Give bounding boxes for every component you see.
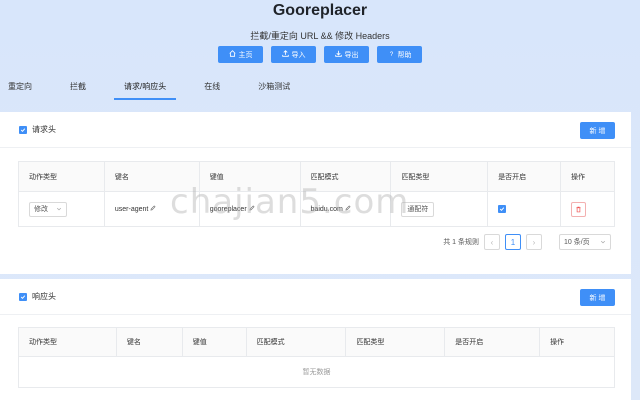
match-pattern-cell[interactable]: baidu.com [299,191,392,227]
svg-text:?: ? [389,51,393,57]
trash-icon [576,206,581,212]
column-header: 动作类型 [18,327,117,357]
match-pattern-value: baidu.com [310,205,343,213]
prev-page-button[interactable]: ‹ [484,234,500,250]
chevron-down-icon [600,240,606,244]
tab-headers[interactable]: 请求/响应头 [113,72,177,100]
table-row: 修改 user-agent gooreplacer baidu.com 通配符 [18,191,615,227]
page-size-select[interactable]: 10 条/页 [559,234,611,250]
export-button-label: 导出 [344,51,359,59]
action-type-select[interactable]: 修改 [29,201,67,217]
column-header: 键名 [103,161,200,192]
edit-icon[interactable] [345,205,351,213]
column-header: 键值 [198,161,301,192]
page-number-button[interactable]: 1 [505,234,521,250]
response-headers-title: 响应头 [32,292,56,301]
app-subtitle: 拦截/重定向 URL && 修改 Headers [250,31,390,41]
table-header-row: 动作类型 键名 键值 匹配模式 匹配类型 是否开启 操作 [18,161,615,192]
response-rules-table: 动作类型 键名 键值 匹配模式 匹配类型 是否开启 操作 暂无数据 [18,327,615,388]
export-button[interactable]: 导出 [324,46,369,63]
check-icon [20,294,26,299]
key-value-cell[interactable]: gooreplacer [198,191,301,227]
app-title: Gooreplacer [272,2,368,19]
request-headers-header: 请求头 新 增 [0,112,631,148]
tab-redirect[interactable]: 重定向 [8,72,32,98]
key-value-value: gooreplacer [209,205,247,213]
response-headers-header: 响应头 新 增 [0,279,631,315]
empty-row: 暂无数据 [18,356,615,388]
delete-rule-button[interactable] [571,201,587,217]
tab-sandbox[interactable]: 沙箱测试 [258,72,290,98]
download-icon [334,50,342,59]
column-header: 匹配模式 [245,327,347,357]
column-header: 键名 [115,327,183,357]
upload-icon [281,50,289,59]
toolbar: 主页 导入 导出 ? 帮助 [0,46,640,63]
tab-online[interactable]: 在线 [204,72,220,98]
response-headers-checkbox[interactable] [19,292,27,301]
match-type-select[interactable]: 通配符 [401,201,435,217]
chevron-down-icon [56,207,62,211]
empty-text: 暂无数据 [18,356,615,388]
help-button-label: 帮助 [397,51,412,59]
check-icon [500,206,505,211]
table-header-row: 动作类型 键名 键值 匹配模式 匹配类型 是否开启 操作 [18,327,615,357]
edit-icon[interactable] [150,205,156,213]
request-headers-card: 请求头 新 增 动作类型 键名 键值 匹配模式 匹配类型 是否开启 操作 修改 [0,112,631,274]
pagination: 共 1 条规则 ‹ 1 › 10 条/页 [443,234,611,250]
home-button[interactable]: 主页 [218,46,263,63]
help-icon: ? [388,50,395,59]
column-header: 动作类型 [18,161,105,192]
column-header: 匹配模式 [299,161,392,192]
help-button[interactable]: ? 帮助 [377,46,422,63]
column-header: 操作 [560,161,615,192]
key-name-cell[interactable]: user-agent [103,191,200,227]
column-header: 匹配类型 [345,327,446,357]
app-header: Gooreplacer 拦截/重定向 URL && 修改 Headers 主页 … [0,0,640,100]
column-header: 是否开启 [444,327,541,357]
key-name-value: user-agent [114,205,149,213]
request-rules-table: 动作类型 键名 键值 匹配模式 匹配类型 是否开启 操作 修改 user-age… [18,161,615,227]
import-button-label: 导入 [291,51,306,59]
pagination-total: 共 1 条规则 [443,239,479,246]
request-headers-checkbox[interactable] [19,125,27,134]
check-icon [20,127,26,132]
next-page-button[interactable]: › [526,234,542,250]
column-header: 操作 [539,327,615,357]
home-button-label: 主页 [238,51,253,59]
rule-enabled-checkbox[interactable] [498,204,507,213]
tab-bar: 重定向 拦截 请求/响应头 在线 沙箱测试 [0,72,640,100]
column-header: 是否开启 [487,161,562,192]
edit-icon[interactable] [249,205,255,213]
column-header: 匹配类型 [390,161,489,192]
add-response-rule-button[interactable]: 新 增 [580,289,615,306]
request-headers-title: 请求头 [32,125,56,134]
page-size-value: 10 条/页 [564,239,590,246]
action-type-value: 修改 [34,206,48,213]
column-header: 键值 [181,327,247,357]
import-button[interactable]: 导入 [271,46,316,63]
home-icon [228,50,236,59]
response-headers-card: 响应头 新 增 动作类型 键名 键值 匹配模式 匹配类型 是否开启 操作 暂无数… [0,279,631,400]
add-request-rule-button[interactable]: 新 增 [580,122,615,139]
tab-block[interactable]: 拦截 [70,72,86,98]
